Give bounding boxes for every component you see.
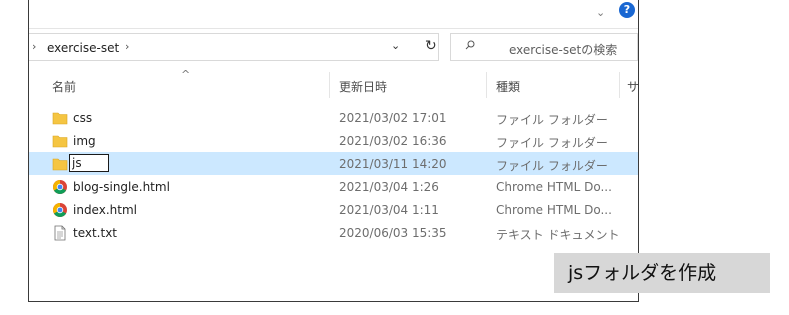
caption-label: jsフォルダを作成: [554, 253, 770, 293]
file-name: text.txt: [73, 226, 118, 240]
sort-ascending-icon: ^: [181, 68, 191, 81]
file-explorer-window: ⌄ ? › exercise-set › ⌄ ↻ exercise-setの検索…: [28, 0, 639, 302]
file-date: 2021/03/04 1:11: [339, 203, 439, 217]
column-header-type[interactable]: 種類: [496, 78, 520, 95]
rename-input[interactable]: [69, 154, 109, 172]
file-date: 2021/03/04 1:26: [339, 180, 439, 194]
file-type: ファイル フォルダー: [496, 113, 608, 127]
search-icon: [465, 40, 475, 50]
address-dropdown-icon[interactable]: ⌄: [391, 39, 400, 52]
file-row-img[interactable]: img 2021/03/02 16:36 ファイル フォルダー: [29, 129, 638, 152]
column-divider[interactable]: [619, 72, 620, 98]
folder-icon: [52, 110, 68, 126]
breadcrumb-current[interactable]: exercise-set: [47, 41, 119, 55]
column-header-size[interactable]: サ: [627, 78, 638, 95]
column-divider[interactable]: [329, 72, 330, 98]
address-bar[interactable]: › exercise-set › ⌄ ↻: [29, 33, 439, 61]
text-file-icon: [52, 225, 68, 241]
file-row-js[interactable]: 2021/03/11 14:20 ファイル フォルダー: [29, 152, 638, 175]
search-input[interactable]: exercise-setの検索: [450, 33, 638, 61]
folder-icon: [52, 133, 68, 149]
file-type: Chrome HTML Do...: [496, 180, 612, 194]
file-name: css: [73, 111, 93, 125]
file-date: 2020/06/03 15:35: [339, 226, 447, 240]
refresh-button[interactable]: ↻: [425, 38, 437, 54]
file-type: ファイル フォルダー: [496, 136, 608, 150]
ribbon-strip: ⌄ ?: [29, 0, 638, 29]
breadcrumb-separator-icon[interactable]: ›: [125, 40, 129, 53]
chrome-icon: [52, 202, 68, 218]
file-row-css[interactable]: css 2021/03/02 17:01 ファイル フォルダー: [29, 106, 638, 129]
help-icon[interactable]: ?: [619, 2, 635, 18]
column-header-date[interactable]: 更新日時: [339, 78, 387, 95]
file-name: blog-single.html: [73, 180, 170, 194]
column-divider[interactable]: [486, 72, 487, 98]
file-row-blog-single[interactable]: blog-single.html 2021/03/04 1:26 Chrome …: [29, 175, 638, 198]
column-header-row: ^ 名前 更新日時 種類 サ: [29, 68, 638, 98]
file-date: 2021/03/11 14:20: [339, 157, 447, 171]
file-type: Chrome HTML Do...: [496, 203, 612, 217]
file-type: テキスト ドキュメント: [496, 228, 620, 242]
search-placeholder: exercise-setの検索: [509, 43, 618, 57]
file-name: img: [73, 134, 96, 148]
file-date: 2021/03/02 17:01: [339, 111, 447, 125]
file-name: index.html: [73, 203, 137, 217]
file-row-index[interactable]: index.html 2021/03/04 1:11 Chrome HTML D…: [29, 198, 638, 221]
ribbon-collapse-icon[interactable]: ⌄: [596, 6, 605, 19]
folder-icon: [52, 156, 68, 172]
file-row-text[interactable]: text.txt 2020/06/03 15:35 テキスト ドキュメント: [29, 221, 638, 244]
chrome-icon: [52, 179, 68, 195]
file-type: ファイル フォルダー: [496, 159, 608, 173]
breadcrumb-chevron-icon[interactable]: ›: [32, 40, 36, 53]
file-date: 2021/03/02 16:36: [339, 134, 447, 148]
column-header-name[interactable]: 名前: [52, 78, 76, 95]
